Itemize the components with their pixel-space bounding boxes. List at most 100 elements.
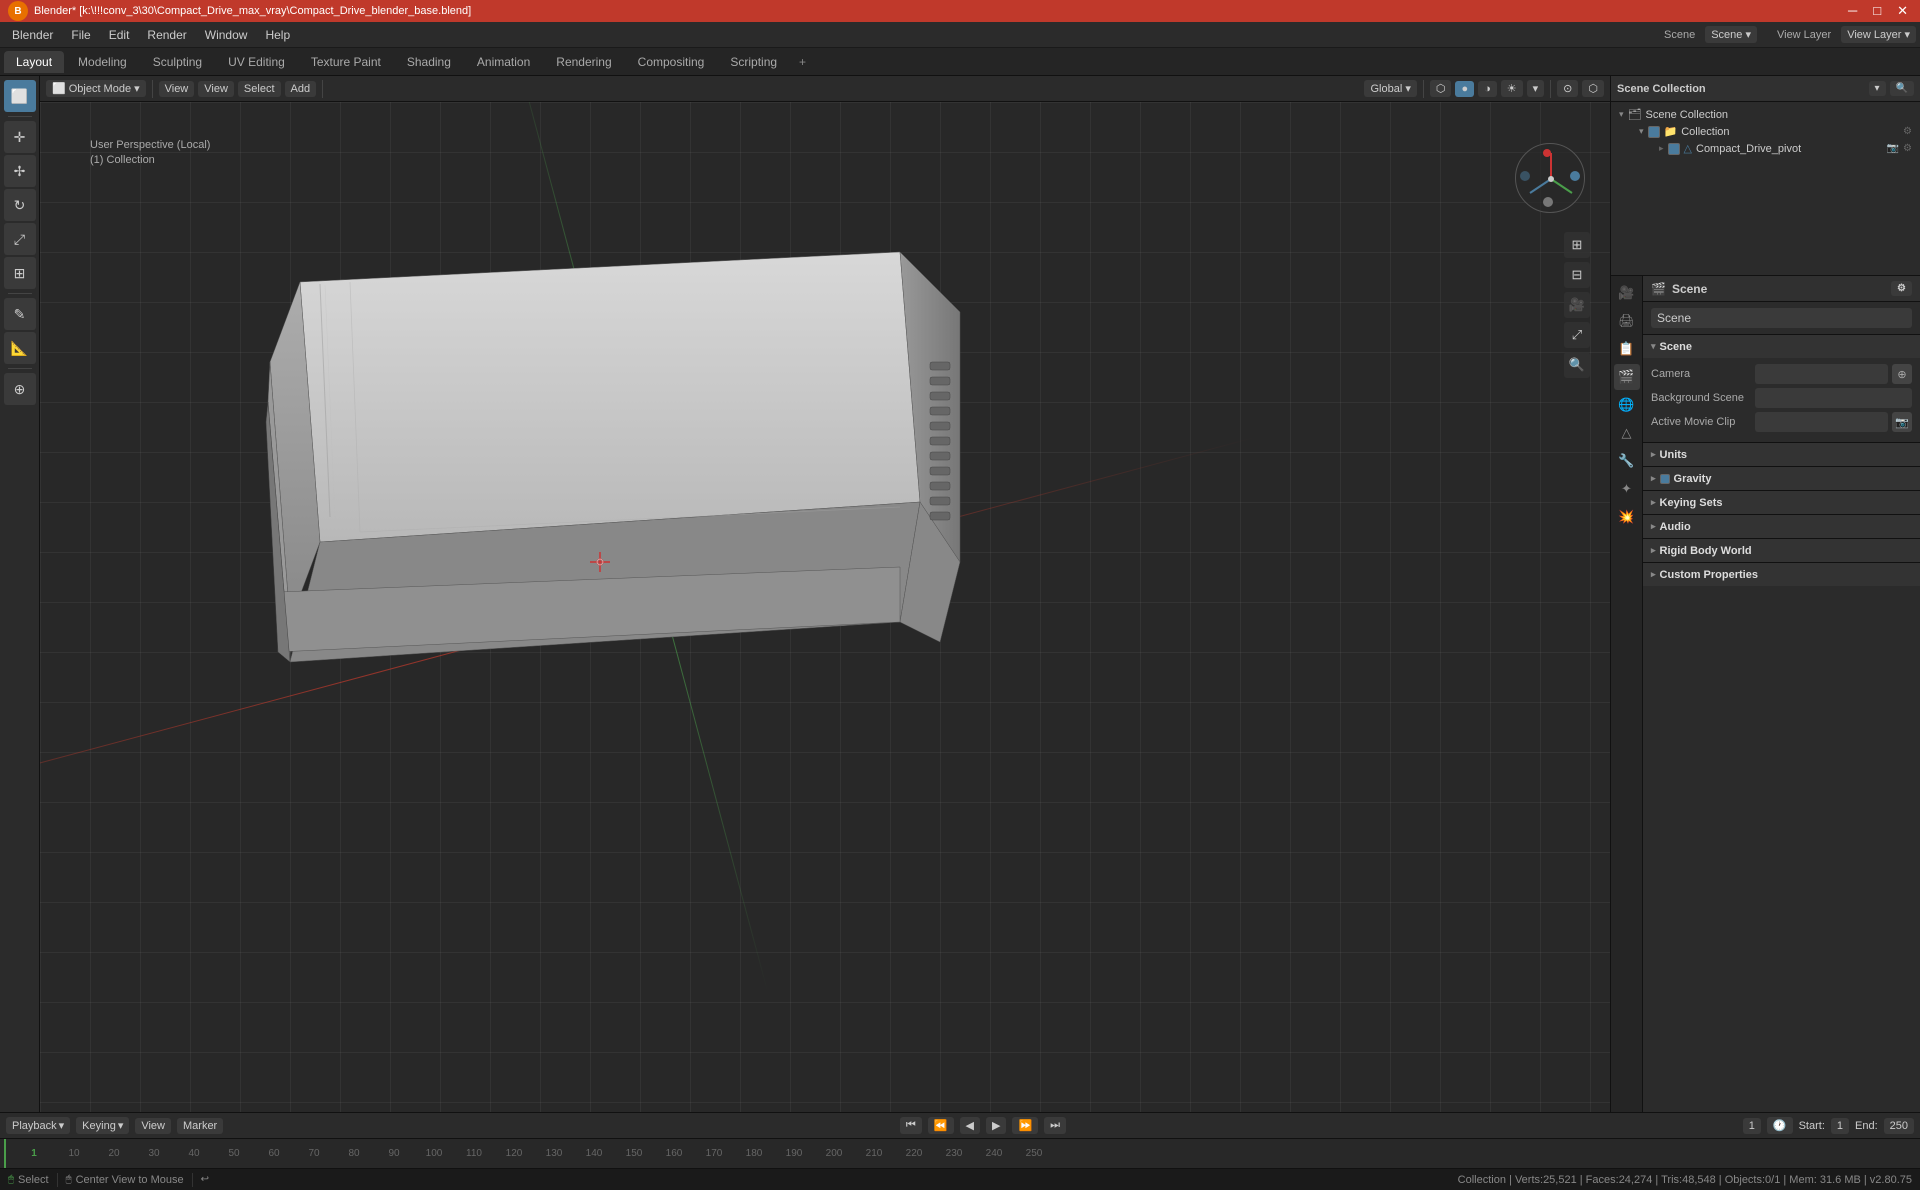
prop-tab-view-layer[interactable]: 📋 — [1614, 336, 1640, 362]
tool-select[interactable]: ⬜ — [4, 80, 36, 112]
zoom-out-button[interactable]: ⊟ — [1564, 262, 1590, 288]
maximize-button[interactable]: □ — [1869, 3, 1885, 19]
menu-render[interactable]: Render — [139, 26, 194, 44]
navigation-gizmo[interactable] — [1510, 138, 1590, 218]
viewport-shading-rendered[interactable]: ☀ — [1501, 80, 1523, 97]
tool-add[interactable]: ⊕ — [4, 373, 36, 405]
menu-window[interactable]: Window — [197, 26, 256, 44]
tab-shading[interactable]: Shading — [395, 51, 463, 73]
prop-tab-output[interactable]: 🖨 — [1614, 308, 1640, 334]
play-reverse-button[interactable]: ◀ — [960, 1117, 980, 1134]
tab-animation[interactable]: Animation — [465, 51, 542, 73]
viewport[interactable]: ⬜ Object Mode ▾ View View Select Add Glo… — [40, 76, 1610, 1112]
section-header-scene[interactable]: ▾ Scene — [1643, 334, 1920, 358]
prop-tab-world[interactable]: 🌐 — [1614, 392, 1640, 418]
end-frame[interactable]: 250 — [1884, 1118, 1914, 1134]
next-frame-button[interactable]: ⏩ — [1012, 1117, 1038, 1134]
outliner-scene-collection[interactable]: ▾ 🗂 Scene Collection — [1611, 106, 1920, 123]
prop-tab-render[interactable]: 🎥 — [1614, 280, 1640, 306]
prev-frame-button[interactable]: ⏪ — [928, 1117, 954, 1134]
tool-scale[interactable]: ⤢ — [4, 223, 36, 255]
viewport-shading-wire[interactable]: ⬡ — [1430, 80, 1452, 97]
prop-tab-scene[interactable]: 🎬 — [1614, 364, 1640, 390]
drive-label: Compact_Drive_pivot — [1696, 143, 1801, 155]
add-menu[interactable]: Select — [238, 81, 281, 97]
background-scene-value[interactable] — [1755, 388, 1912, 408]
gravity-enabled[interactable] — [1660, 474, 1670, 484]
view-layer-selector[interactable]: View Layer ▾ — [1841, 26, 1916, 43]
tab-scripting[interactable]: Scripting — [718, 51, 789, 73]
zoom-in-button[interactable]: ⊞ — [1564, 232, 1590, 258]
viewport-shading-lookdev[interactable]: ◑ — [1478, 81, 1497, 97]
drive-visibility[interactable] — [1668, 143, 1680, 155]
props-options-button[interactable]: ⚙ — [1891, 281, 1912, 296]
tool-transform[interactable]: ⊞ — [4, 257, 36, 289]
scene-name-input[interactable]: Scene — [1651, 308, 1912, 328]
outliner-collection[interactable]: ▾ 📁 Collection ⚙ — [1611, 123, 1920, 140]
tab-modeling[interactable]: Modeling — [66, 51, 139, 73]
3d-cursor — [590, 552, 610, 572]
menu-help[interactable]: Help — [257, 26, 298, 44]
prop-tab-physics[interactable]: 💥 — [1614, 504, 1640, 530]
start-frame[interactable]: 1 — [1831, 1118, 1849, 1134]
tool-annotate[interactable]: ✎ — [4, 298, 36, 330]
prop-tab-modifier[interactable]: 🔧 — [1614, 448, 1640, 474]
collection-icon: 📁 — [1664, 125, 1678, 138]
tab-texture-paint[interactable]: Texture Paint — [299, 51, 393, 73]
view-menu[interactable]: View — [159, 81, 195, 97]
view-camera-button[interactable]: 🎥 — [1564, 292, 1590, 318]
tool-measure[interactable]: 📐 — [4, 332, 36, 364]
tool-rotate[interactable]: ↻ — [4, 189, 36, 221]
global-selector[interactable]: Global ▾ — [1364, 80, 1416, 97]
tab-layout[interactable]: Layout — [4, 51, 64, 73]
outliner-filter-button[interactable]: ▾ — [1869, 81, 1886, 96]
prop-tab-object[interactable]: △ — [1614, 420, 1640, 446]
prop-tab-particles[interactable]: ✦ — [1614, 476, 1640, 502]
play-button[interactable]: ▶ — [986, 1117, 1006, 1134]
section-header-gravity[interactable]: ▸ Gravity — [1643, 466, 1920, 490]
tab-sculpting[interactable]: Sculpting — [141, 51, 214, 73]
object-menu[interactable]: Add — [285, 81, 317, 97]
tool-cursor[interactable]: ✛ — [4, 121, 36, 153]
keying-menu[interactable]: Keying ▾ — [76, 1117, 129, 1134]
outliner-search-button[interactable]: 🔍 — [1890, 81, 1914, 96]
xray-toggle[interactable]: ⬡ — [1582, 80, 1604, 97]
add-workspace-button[interactable]: + — [791, 51, 814, 73]
section-header-rigid-body[interactable]: ▸ Rigid Body World — [1643, 538, 1920, 562]
jump-start-button[interactable]: ⏮ — [900, 1117, 922, 1134]
tab-uv-editing[interactable]: UV Editing — [216, 51, 297, 73]
local-view-button[interactable]: 🔍 — [1564, 352, 1590, 378]
timeline-strip[interactable]: 1 10 20 30 40 50 60 70 80 90 100 110 120… — [0, 1138, 1920, 1168]
camera-picker[interactable]: ⊕ — [1892, 364, 1912, 384]
menu-file[interactable]: File — [63, 26, 98, 44]
section-header-units[interactable]: ▸ Units — [1643, 442, 1920, 466]
section-header-keying-sets[interactable]: ▸ Keying Sets — [1643, 490, 1920, 514]
tab-rendering[interactable]: Rendering — [544, 51, 623, 73]
select-menu[interactable]: View — [198, 81, 234, 97]
menu-blender[interactable]: Blender — [4, 26, 61, 44]
minimize-button[interactable]: ─ — [1844, 3, 1861, 19]
section-header-custom-props[interactable]: ▸ Custom Properties — [1643, 562, 1920, 586]
close-button[interactable]: ✕ — [1893, 3, 1912, 19]
viewport-options[interactable]: ▾ — [1527, 80, 1545, 97]
viewport-shading-solid[interactable]: ● — [1455, 81, 1474, 97]
jump-end-button[interactable]: ⏭ — [1044, 1117, 1066, 1134]
scene-selector[interactable]: Scene ▾ — [1705, 26, 1757, 43]
tab-compositing[interactable]: Compositing — [626, 51, 717, 73]
collection-visibility[interactable] — [1648, 126, 1660, 138]
playback-menu[interactable]: Playback ▾ — [6, 1117, 70, 1134]
marker-menu[interactable]: Marker — [177, 1118, 223, 1134]
movie-clip-picker[interactable]: 📷 — [1892, 412, 1912, 432]
active-movie-clip-value[interactable] — [1755, 412, 1888, 432]
object-mode-selector[interactable]: ⬜ Object Mode ▾ — [46, 80, 146, 97]
section-header-audio[interactable]: ▸ Audio — [1643, 514, 1920, 538]
tool-move[interactable]: ✢ — [4, 155, 36, 187]
camera-value[interactable] — [1755, 364, 1888, 384]
menu-edit[interactable]: Edit — [101, 26, 138, 44]
tick-10: 10 — [54, 1148, 94, 1159]
view-menu-timeline[interactable]: View — [135, 1118, 171, 1134]
view-all-button[interactable]: ⤢ — [1564, 322, 1590, 348]
outliner-drive-object[interactable]: ▸ △ Compact_Drive_pivot 📷 ⚙ — [1611, 140, 1920, 157]
current-frame[interactable]: 1 — [1743, 1118, 1761, 1134]
overlay-toggle[interactable]: ⊙ — [1557, 80, 1578, 97]
